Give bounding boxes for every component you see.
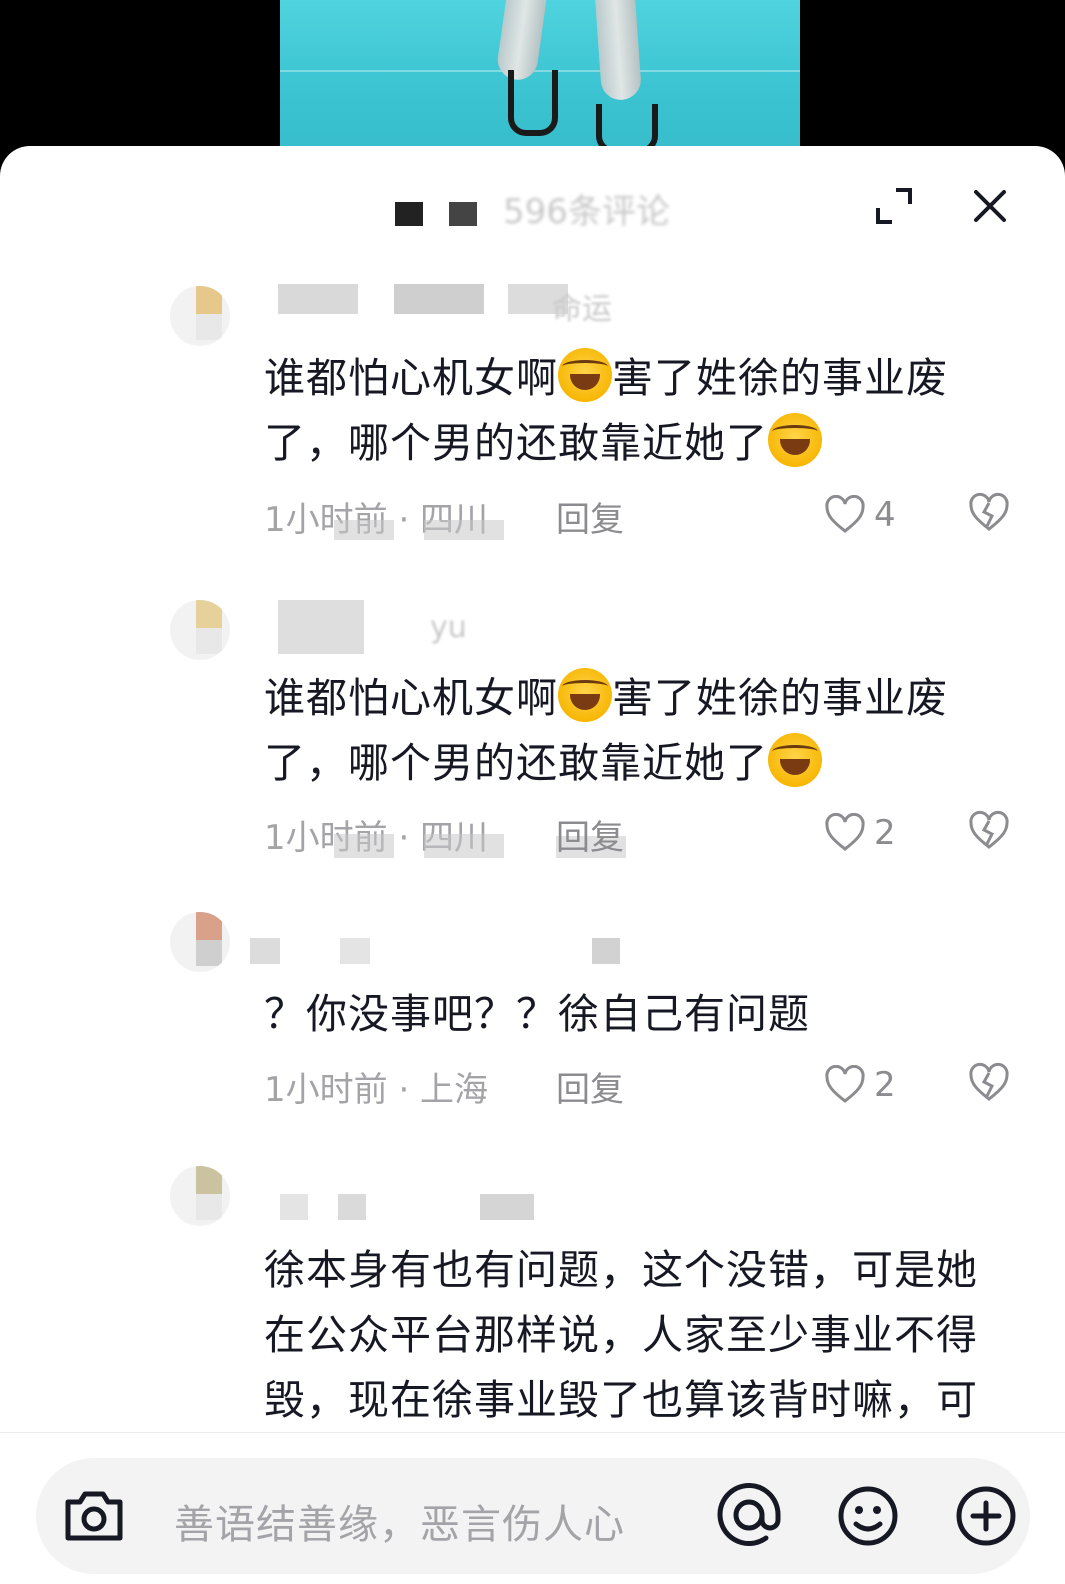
camera-icon[interactable] [62,1488,126,1544]
like-button[interactable]: 4 [824,490,896,540]
reply-button[interactable]: 回复 [556,492,624,541]
avatar[interactable] [170,912,230,972]
divider [0,1432,1065,1433]
laughing-tears-emoji-icon [558,668,612,722]
reply-button[interactable]: 回复 [556,810,624,859]
comment-text: 徐本身有也有问题，这个没错，可是她 在公众平台那样说，人家至少事业不得 毁，现在徐事… [264,1246,978,1424]
like-button[interactable]: 2 [824,1060,896,1110]
broken-heart-icon[interactable] [968,1062,1010,1104]
laughing-tears-emoji-icon [768,413,822,467]
username[interactable]: yu [430,610,467,645]
comment-sheet: 596条评论 命运 谁都怕心机女啊 害了姓徐的事业废 了，哪个男的还敢靠近她了 1小… [0,146,1065,1584]
at-icon[interactable] [714,1480,784,1550]
comment-count-label: 596条评论 [503,192,670,232]
plus-circle-icon[interactable] [954,1484,1018,1548]
time-location: 1小时前 · 上海 [264,1070,489,1110]
comment-text: 谁都怕心机女啊 害了姓徐的事业废 了，哪个男的还敢靠近她了 [264,346,1024,476]
heart-icon [825,813,865,851]
heart-icon [825,495,865,533]
avatar[interactable] [170,286,230,346]
comment-text: ？你没事吧？？徐自己有问题 [264,990,810,1038]
close-icon[interactable] [970,186,1010,226]
comment-text: 谁都怕心机女啊 害了姓徐的事业废 了，哪个男的还敢靠近她了 [264,666,1024,796]
comment-input-bar[interactable]: 善语结善缘，恶言伤人心 [36,1458,1030,1574]
heart-icon [825,1065,865,1103]
reply-button[interactable]: 回复 [556,1062,624,1111]
avatar[interactable] [170,600,230,660]
like-count: 2 [874,1065,896,1105]
username[interactable]: 命运 [552,284,612,328]
comment-input[interactable]: 善语结善缘，恶言伤人心 [174,1492,625,1550]
broken-heart-icon[interactable] [968,492,1010,534]
laughing-tears-emoji-icon [768,733,822,787]
expand-icon[interactable] [874,186,914,226]
sheet-header: 596条评论 [0,146,1065,256]
video-preview[interactable] [280,0,800,160]
emoji-icon[interactable] [836,1484,900,1548]
broken-heart-icon[interactable] [968,810,1010,852]
like-count: 2 [874,813,896,853]
laughing-tears-emoji-icon [558,348,612,402]
like-count: 4 [874,495,896,535]
avatar[interactable] [170,1166,230,1226]
like-button[interactable]: 2 [824,808,896,858]
